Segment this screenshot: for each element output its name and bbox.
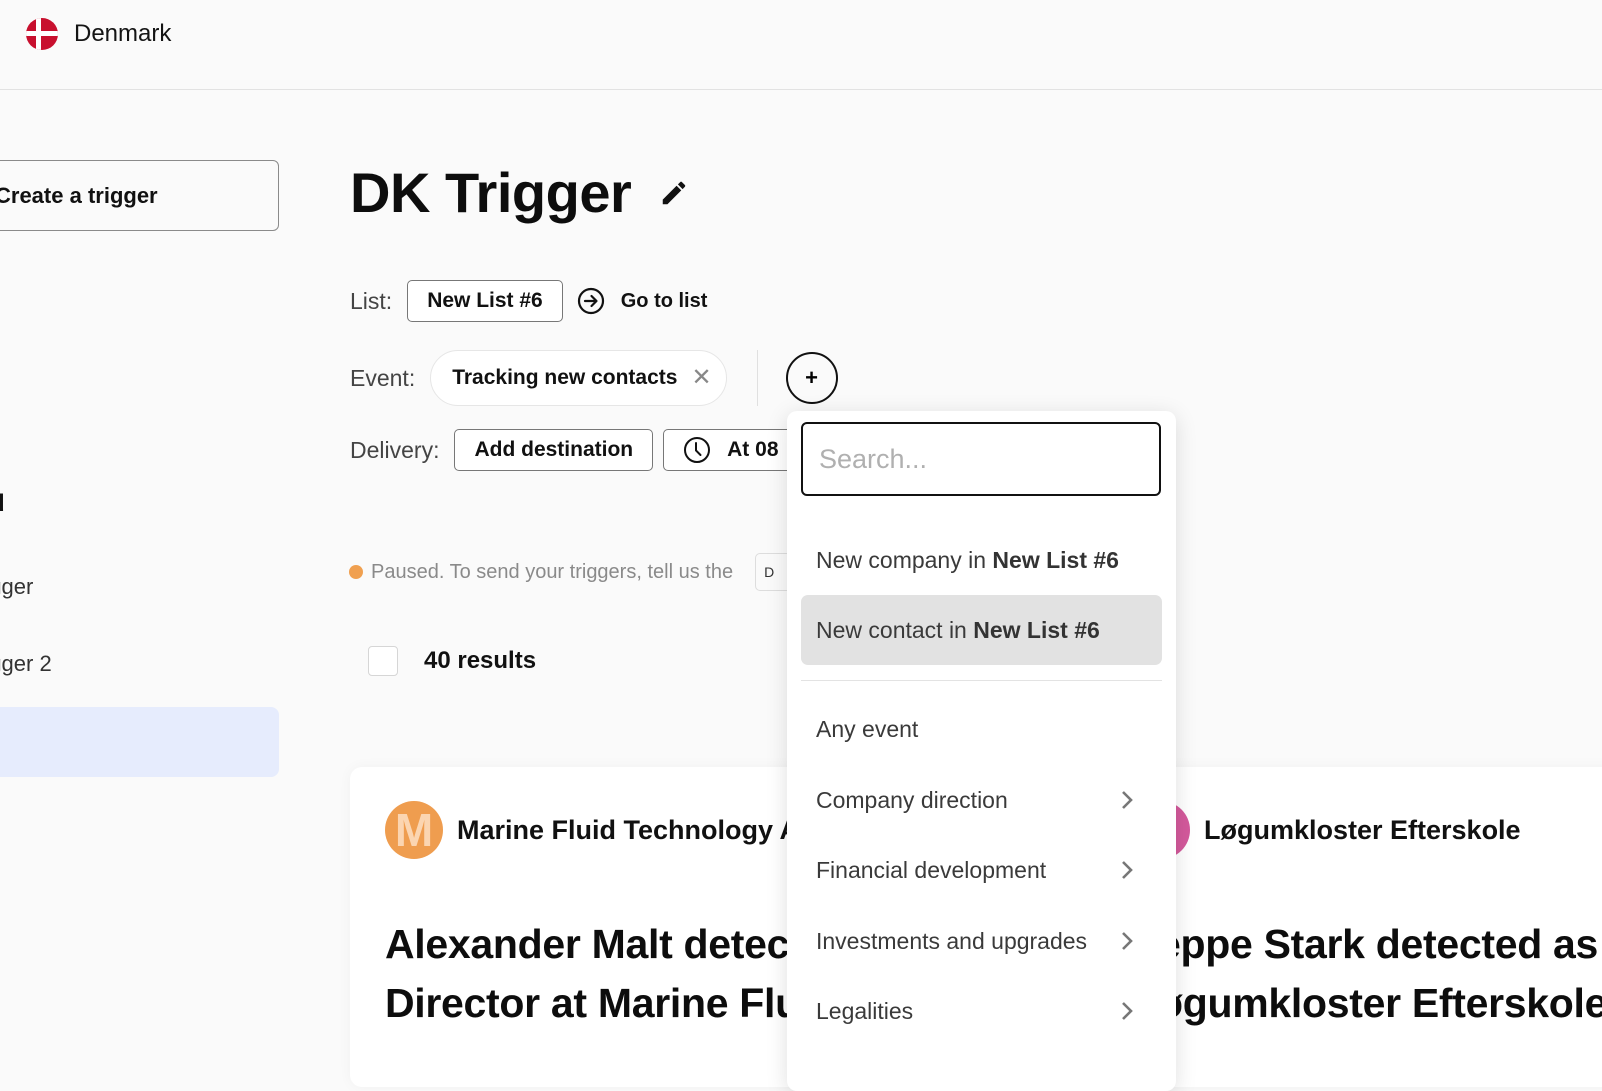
headline-line: øgumkloster Efterskole: [1158, 980, 1602, 1026]
menu-item-prefix: New company in: [816, 546, 993, 573]
event-chip[interactable]: Tracking new contacts ✕: [430, 350, 727, 406]
company-avatar: M: [385, 801, 443, 859]
sidebar-item-dk-trigger[interactable]: er: [0, 707, 279, 777]
menu-item-prefix: New contact in: [816, 616, 974, 643]
add-destination-button[interactable]: Add destination: [454, 429, 654, 471]
status-text: Paused. To send your triggers, tell us t…: [371, 560, 734, 583]
menu-item-label: Any event: [816, 715, 919, 742]
chevron-right-icon: [1122, 1002, 1133, 1020]
delivery-label: Delivery:: [350, 436, 440, 463]
menu-item-label: Legalities: [816, 997, 914, 1024]
menu-item-company-direction[interactable]: Company direction: [801, 765, 1162, 835]
chevron-right-icon: [1122, 861, 1133, 879]
sidebar-item-trigger-2[interactable]: trigger 2: [0, 629, 279, 699]
card-headline: eppe Stark detected as øgumkloster Efter…: [1158, 915, 1602, 1033]
event-search-input[interactable]: [801, 422, 1161, 496]
event-label: Event:: [350, 364, 416, 391]
menu-item-label: New company in New List #6: [816, 547, 1119, 574]
company-row: M Marine Fluid Technology A: [385, 801, 799, 859]
menu-item-list-name: New List #6: [973, 616, 1100, 643]
menu-item-label: New contact in New List #6: [816, 617, 1100, 644]
list-selector-button[interactable]: New List #6: [407, 280, 563, 322]
chevron-right-icon: [1122, 932, 1133, 950]
select-all-checkbox[interactable]: [368, 646, 398, 676]
event-chip-label: Tracking new contacts: [452, 366, 678, 389]
go-to-list-label: Go to list: [620, 289, 708, 312]
headline-line: Alexander Malt detect: [385, 921, 803, 967]
results-count: 40 results: [424, 647, 537, 674]
go-to-list-link[interactable]: Go to list: [577, 287, 708, 315]
sidebar-item-trigger[interactable]: trigger: [0, 552, 279, 622]
menu-item-new-company[interactable]: New company in New List #6: [801, 525, 1162, 595]
result-card[interactable]: Løgumkloster Efterskole eppe Stark detec…: [1110, 767, 1602, 1087]
menu-item-label: Company direction: [816, 786, 1008, 813]
denmark-flag-icon: [26, 18, 58, 50]
headline-line: Director at Marine Flui: [385, 980, 811, 1026]
card-headline: Alexander Malt detect Director at Marine…: [385, 915, 811, 1033]
results-row: 40 results: [368, 646, 536, 676]
company-row: Løgumkloster Efterskole: [1132, 801, 1521, 859]
add-event-button[interactable]: +: [785, 352, 838, 404]
event-dropdown-menu: New company in New List #6 New contact i…: [787, 411, 1176, 1091]
close-icon[interactable]: ✕: [691, 366, 711, 390]
menu-item-label: Financial development: [816, 856, 1047, 883]
headline-line: eppe Stark detected as: [1158, 921, 1599, 967]
create-trigger-label: Create a trigger: [0, 182, 158, 208]
page-title: DK Trigger: [350, 161, 632, 224]
event-row: Event: Tracking new contacts ✕ +: [350, 350, 838, 406]
sidebar-item-label: trigger: [0, 574, 34, 599]
divider: [756, 350, 758, 406]
list-label: List:: [350, 287, 393, 314]
menu-item-new-contact[interactable]: New contact in New List #6: [801, 595, 1162, 665]
sidebar-section-heading: d: [0, 490, 5, 518]
menu-item-legalities[interactable]: Legalities: [801, 976, 1162, 1046]
sidebar-item-label: trigger 2: [0, 651, 52, 676]
company-name[interactable]: Løgumkloster Efterskole: [1204, 815, 1521, 846]
top-bar: Denmark: [0, 0, 1602, 90]
menu-item-list-name: New List #6: [992, 546, 1119, 573]
menu-item-investments-and-upgrades[interactable]: Investments and upgrades: [801, 906, 1162, 976]
pencil-icon[interactable]: [659, 178, 689, 208]
clock-icon: [684, 437, 711, 463]
delivery-row: Delivery: Add destination At 08: [350, 429, 820, 471]
company-name[interactable]: Marine Fluid Technology A: [457, 815, 799, 846]
status-dot-icon: [349, 565, 363, 579]
chevron-right-icon: [1122, 791, 1133, 809]
create-trigger-button[interactable]: Create a trigger: [0, 160, 279, 231]
list-row: List: New List #6 Go to list: [350, 280, 707, 322]
status-banner: Paused. To send your triggers, tell us t…: [349, 553, 796, 591]
schedule-label: At 08: [727, 438, 779, 461]
menu-item-financial-development[interactable]: Financial development: [801, 835, 1162, 905]
country-name: Denmark: [74, 20, 172, 47]
arrow-right-circle-icon: [577, 287, 604, 315]
menu-item-any-event[interactable]: Any event: [801, 694, 1162, 764]
country-selector[interactable]: Denmark: [26, 16, 171, 52]
menu-divider: [801, 680, 1162, 681]
title-row: DK Trigger: [350, 160, 689, 225]
menu-item-label: Investments and upgrades: [816, 927, 1088, 954]
